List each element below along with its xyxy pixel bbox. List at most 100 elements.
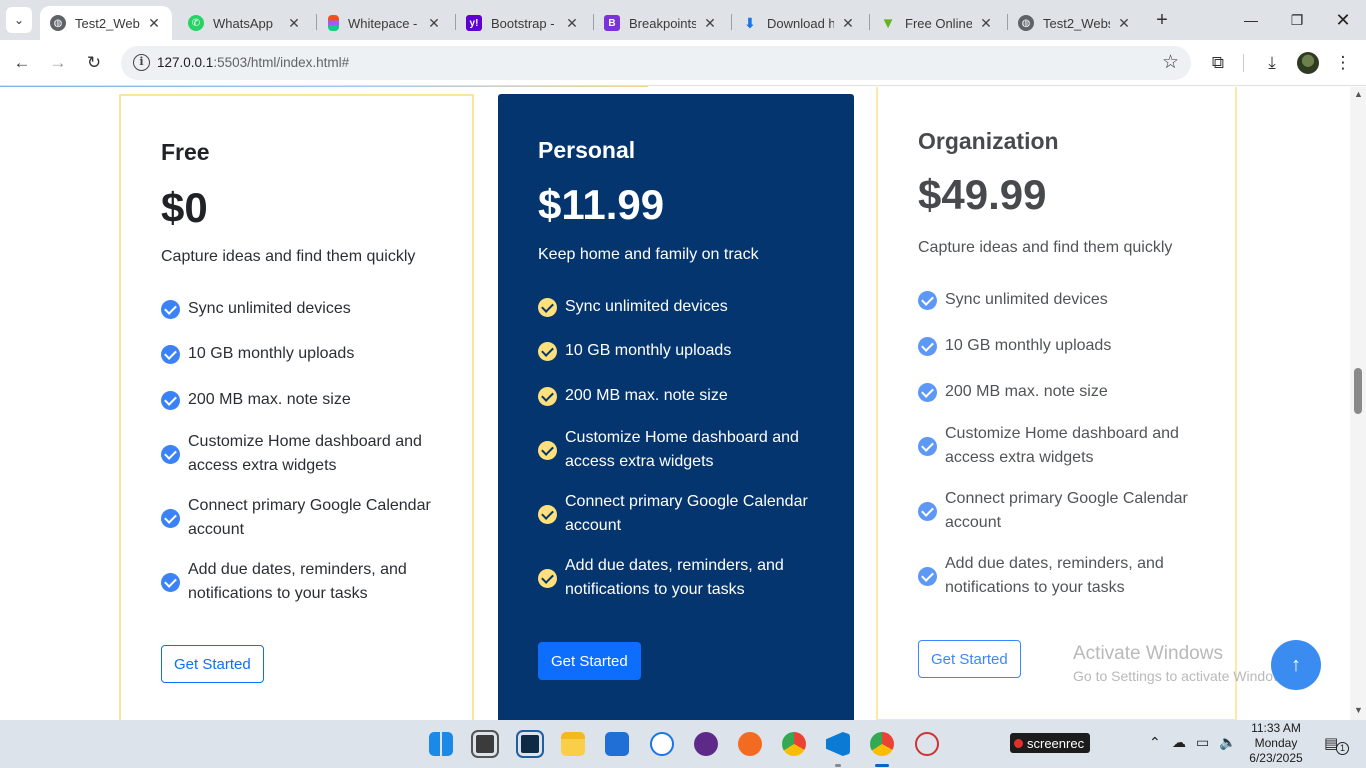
notification-center-button[interactable]: ▤ 1 [1324, 734, 1349, 755]
cloud-icon[interactable]: ☁ [1172, 734, 1186, 751]
globe-icon: ◍ [50, 15, 66, 31]
check-circle-icon [161, 508, 180, 528]
check-circle-icon [538, 440, 557, 460]
plan-title: Organization [918, 128, 1059, 154]
paint-app-icon[interactable] [738, 732, 762, 756]
notification-count-badge: 1 [1336, 742, 1349, 755]
check-circle-icon [161, 299, 180, 319]
feature-item: Connect primary Google Calendar account [538, 490, 828, 538]
tab-whatsapp[interactable]: ✆ WhatsApp ✕ [178, 6, 312, 40]
address-bar[interactable]: i 127.0.0.1:5503/html/index.html# ☆ [121, 46, 1191, 80]
chevron-up-icon[interactable]: ⌃ [1149, 734, 1161, 751]
widgets-icon[interactable] [516, 730, 544, 758]
plan-price: $49.99 [918, 171, 1047, 218]
feature-item: Customize Home dashboard and access extr… [538, 426, 828, 474]
puzzle-icon: ⧉ [1211, 53, 1225, 72]
close-icon[interactable]: ✕ [840, 15, 856, 32]
check-circle-icon [538, 504, 557, 524]
get-started-button-organization[interactable]: Get Started [918, 640, 1021, 678]
chrome-profile-icon[interactable] [870, 732, 894, 756]
chrome-icon[interactable] [782, 732, 806, 756]
tab-whitepace[interactable]: Whitepace - ✕ [318, 6, 452, 40]
plan-title: Personal [538, 137, 636, 163]
scrollbar-thumb[interactable] [1354, 368, 1362, 414]
close-icon[interactable]: ✕ [978, 15, 994, 32]
bootstrap-icon: B [604, 15, 620, 31]
browser-menu-button[interactable]: ⋮ [1330, 50, 1356, 76]
plan-description: Capture ideas and find them quickly [918, 239, 1173, 256]
volume-icon[interactable]: 🔈 [1219, 734, 1236, 751]
infinity-app-icon[interactable] [694, 732, 718, 756]
close-icon[interactable]: ✕ [1116, 15, 1132, 32]
feature-item: 200 MB max. note size [918, 380, 1208, 404]
close-window-button[interactable]: ✕ [1320, 0, 1366, 40]
tab-test2-website[interactable]: ◍ Test2_Websit ✕ [40, 6, 172, 40]
check-circle-icon [918, 566, 937, 586]
whatsapp-icon: ✆ [188, 15, 204, 31]
tab-test2-website-2[interactable]: ◍ Test2_Websit ✕ [1008, 6, 1142, 40]
active-app-indicator [875, 764, 889, 767]
get-started-button-personal[interactable]: Get Started [538, 642, 641, 680]
system-clock[interactable]: 11:33 AM Monday 6/23/2025 [1244, 721, 1308, 766]
back-button[interactable]: ← [9, 50, 35, 76]
microsoft-store-icon[interactable] [605, 732, 629, 756]
close-icon[interactable]: ✕ [426, 15, 442, 32]
url-text[interactable]: 127.0.0.1:5503/html/index.html# [157, 55, 349, 70]
toolbar-divider [1243, 54, 1244, 72]
accessibility-app-icon[interactable] [650, 732, 674, 756]
feature-item: Customize Home dashboard and access extr… [918, 422, 1208, 470]
reload-button[interactable]: ↻ [81, 50, 107, 76]
back-to-top-button[interactable]: ↑ [1271, 640, 1321, 690]
download-icon: ⤓ [1268, 53, 1276, 72]
task-view-icon[interactable] [471, 730, 499, 758]
profile-avatar[interactable] [1297, 52, 1319, 74]
feature-item: 10 GB monthly uploads [918, 334, 1208, 358]
check-circle-icon [918, 382, 937, 402]
feature-item: Add due dates, reminders, and notificati… [918, 552, 1208, 600]
windows-start-icon[interactable] [429, 732, 453, 756]
feature-item: 10 GB monthly uploads [538, 339, 828, 363]
downloads-button[interactable]: ⤓ [1259, 50, 1285, 76]
feature-item: Sync unlimited devices [161, 297, 451, 321]
tab-breakpoints[interactable]: B Breakpoints ✕ [594, 6, 728, 40]
close-icon[interactable]: ✕ [564, 15, 580, 32]
check-circle-icon [538, 297, 557, 317]
windows-taskbar: screenrec ⌃ ☁ ▭ 🔈 11:33 AM Monday 6/23/2… [0, 720, 1366, 768]
bookmark-star-icon[interactable]: ☆ [1162, 51, 1179, 74]
tab-search-button[interactable]: ⌄ [6, 7, 32, 33]
forward-button[interactable]: → [45, 50, 71, 76]
arrow-up-icon: ↑ [1291, 653, 1301, 676]
plan-title: Free [161, 139, 210, 165]
tab-bootstrap-yahoo[interactable]: y! Bootstrap - Y ✕ [456, 6, 590, 40]
close-icon[interactable]: ✕ [702, 15, 718, 32]
snipping-tool-icon[interactable] [915, 732, 939, 756]
scroll-up-arrow-icon[interactable]: ▲ [1354, 89, 1363, 99]
download-icon: ⬇ [744, 14, 756, 31]
close-icon[interactable]: ✕ [286, 15, 302, 32]
tab-download[interactable]: ⬇ Download hi ✕ [732, 6, 866, 40]
battery-icon[interactable]: ▭ [1196, 734, 1209, 751]
restore-button[interactable]: ❐ [1274, 0, 1320, 40]
tab-free-online[interactable]: ▼ Free Online V ✕ [870, 6, 1004, 40]
close-icon[interactable]: ✕ [146, 15, 162, 32]
feature-item: 10 GB monthly uploads [161, 342, 451, 366]
new-tab-button[interactable]: + [1150, 8, 1174, 32]
page-scrollbar[interactable]: ▲ ▼ [1350, 87, 1366, 720]
check-circle-icon [161, 444, 180, 464]
feature-item: Customize Home dashboard and access extr… [161, 430, 451, 478]
vscode-icon[interactable] [826, 732, 850, 756]
scroll-down-arrow-icon[interactable]: ▼ [1354, 705, 1363, 715]
screenrec-tray-badge[interactable]: screenrec [1010, 733, 1091, 753]
check-circle-icon [161, 572, 180, 592]
extensions-button[interactable]: ⧉ [1205, 50, 1231, 76]
plan-description: Capture ideas and find them quickly [161, 248, 416, 265]
get-started-button-free[interactable]: Get Started [161, 645, 264, 683]
download-arrow-icon: ▼ [880, 14, 896, 32]
arrow-left-icon: ← [13, 53, 31, 72]
file-explorer-icon[interactable] [561, 732, 585, 756]
record-dot-icon [1014, 738, 1023, 748]
close-icon: ✕ [1335, 9, 1351, 30]
site-info-icon[interactable]: i [133, 54, 150, 71]
minimize-button[interactable]: — [1228, 0, 1274, 40]
browser-tab-strip: ⌄ ◍ Test2_Websit ✕ ✆ WhatsApp ✕ Whitepac… [0, 0, 1366, 40]
